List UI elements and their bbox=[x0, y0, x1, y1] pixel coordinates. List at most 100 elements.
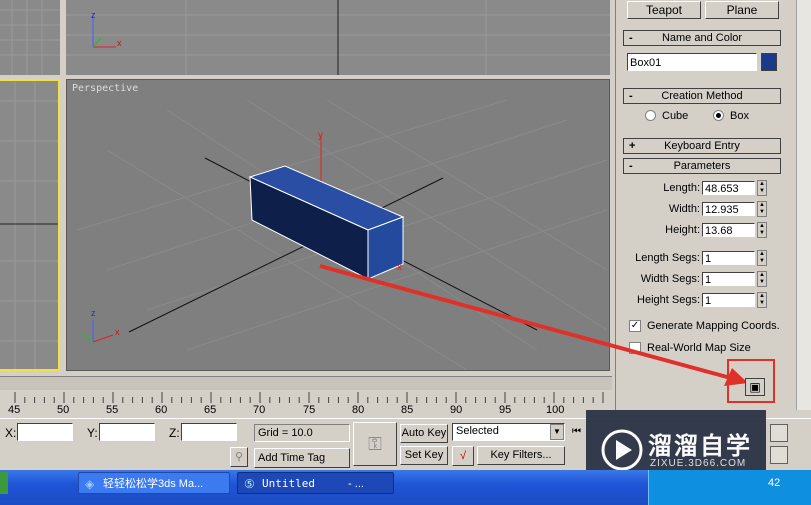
height-segs-label: Height Segs: bbox=[637, 294, 700, 306]
length-spinner[interactable]: ▲ ▼ bbox=[757, 180, 767, 196]
tick-label: 75 bbox=[303, 404, 316, 416]
x-coord-field[interactable] bbox=[17, 423, 73, 441]
height-input[interactable]: 13.68 bbox=[702, 223, 755, 237]
height-segs-input[interactable]: 1 bbox=[702, 293, 755, 307]
tick-label: 50 bbox=[57, 404, 70, 416]
tick-label: 95 bbox=[499, 404, 512, 416]
corner-axis-x: x bbox=[115, 327, 120, 337]
rollout-title: Keyboard Entry bbox=[664, 140, 740, 152]
panel-scrollbar[interactable] bbox=[796, 0, 811, 410]
viewport-top[interactable]: z x bbox=[66, 0, 610, 75]
default-in-out-tangent-icon[interactable]: √ bbox=[452, 446, 474, 466]
tick-label: 100 bbox=[546, 404, 565, 416]
selected-dropdown[interactable]: Selected ▼ bbox=[452, 423, 565, 441]
real-world-label: Real-World Map Size bbox=[647, 342, 751, 354]
ruler-ticks bbox=[14, 392, 604, 403]
length-label: Length: bbox=[663, 182, 700, 194]
collapse-sign: - bbox=[629, 160, 633, 172]
parameters-rollout[interactable]: - Parameters bbox=[623, 158, 781, 174]
object-axis-x: x bbox=[397, 262, 402, 273]
length-segs-input[interactable]: 1 bbox=[702, 251, 755, 265]
expand-sign: + bbox=[629, 140, 636, 152]
time-slider[interactable] bbox=[0, 376, 612, 390]
ie-icon: ◈ bbox=[85, 477, 95, 491]
set-key-button[interactable]: Set Key bbox=[400, 446, 448, 465]
axis-x-label: x bbox=[117, 38, 122, 48]
tick-label: 60 bbox=[155, 404, 168, 416]
clock: 42 bbox=[768, 477, 781, 489]
time-tag-icon[interactable]: ⚲ bbox=[230, 447, 248, 467]
width-spinner[interactable]: ▲ ▼ bbox=[757, 201, 767, 217]
tick-label: 45 bbox=[8, 404, 21, 416]
set-key-mode-key-icon[interactable]: ⚿ bbox=[353, 422, 397, 466]
z-coord-field[interactable] bbox=[181, 423, 237, 441]
grid-lines bbox=[0, 0, 60, 75]
tick-label: 90 bbox=[450, 404, 463, 416]
object-color-swatch[interactable] bbox=[761, 53, 777, 71]
collapse-sign: - bbox=[629, 90, 633, 102]
length-input[interactable]: 48.653 bbox=[702, 181, 755, 195]
viewport-left-active[interactable] bbox=[0, 79, 60, 371]
viewport-top-left[interactable] bbox=[0, 0, 60, 75]
width-label: Width: bbox=[668, 203, 700, 215]
width-segs-input[interactable]: 1 bbox=[702, 272, 755, 286]
corner-axis-z: z bbox=[91, 308, 96, 318]
tick-label: 65 bbox=[204, 404, 217, 416]
tick-label: 80 bbox=[352, 404, 365, 416]
task-label: 轻轻松松学3ds Ma... bbox=[103, 478, 204, 490]
watermark-url: ZIXUE.3D66.COM bbox=[650, 458, 747, 469]
length-segs-label: Length Segs: bbox=[635, 252, 700, 264]
width-segs-spinner[interactable]: ▲ ▼ bbox=[757, 271, 767, 287]
tick-label: 70 bbox=[253, 404, 266, 416]
name-color-rollout[interactable]: - Name and Color bbox=[623, 30, 781, 46]
go-to-start-icon[interactable]: ⏮ bbox=[572, 426, 581, 437]
plane-button[interactable]: Plane bbox=[705, 1, 779, 19]
width-input[interactable]: 12.935 bbox=[702, 202, 755, 216]
task-label: Untitled bbox=[262, 477, 315, 490]
tick-label: 85 bbox=[401, 404, 414, 416]
key-filters-button[interactable]: Key Filters... bbox=[477, 446, 565, 465]
length-segs-spinner[interactable]: ▲ ▼ bbox=[757, 250, 767, 266]
add-time-tag-button[interactable]: Add Time Tag bbox=[254, 448, 350, 468]
real-world-checkbox[interactable] bbox=[629, 342, 641, 354]
axis-z-label: z bbox=[91, 10, 96, 20]
taskbar-tray bbox=[648, 470, 811, 505]
creation-method-rollout[interactable]: - Creation Method bbox=[623, 88, 781, 104]
teapot-button[interactable]: Teapot bbox=[627, 1, 701, 19]
tick-label: 55 bbox=[106, 404, 119, 416]
track-bar[interactable]: 45 50 55 60 65 70 75 80 85 90 95 100 bbox=[0, 390, 612, 418]
grid-lines bbox=[66, 0, 610, 75]
object-axis-y: y bbox=[318, 130, 323, 141]
task-button-tutorial[interactable]: ◈ 轻轻松松学3ds Ma... bbox=[78, 472, 230, 494]
zoom-region-icon[interactable] bbox=[770, 446, 788, 464]
selected-value: Selected bbox=[456, 425, 499, 437]
task-label-suffix: - ... bbox=[348, 478, 364, 490]
rollout-title: Parameters bbox=[673, 160, 731, 172]
keyboard-entry-rollout[interactable]: + Keyboard Entry bbox=[623, 138, 781, 154]
rollout-title: Creation Method bbox=[661, 90, 743, 102]
auto-key-button[interactable]: Auto Key bbox=[400, 424, 448, 443]
rollout-title: Name and Color bbox=[661, 32, 743, 44]
object-name-input[interactable]: Box01 bbox=[627, 53, 757, 71]
chevron-down-icon[interactable]: ▼ bbox=[550, 424, 564, 440]
viewport-perspective[interactable]: Perspective y x z x bbox=[66, 79, 610, 371]
maximize-viewport-icon[interactable]: ▣ bbox=[745, 378, 765, 396]
grid-lines bbox=[0, 81, 58, 369]
gen-mapping-checkbox[interactable]: ✓ bbox=[629, 320, 641, 332]
height-label: Height: bbox=[665, 224, 700, 236]
perspective-scene bbox=[76, 99, 608, 370]
cube-radio[interactable] bbox=[645, 110, 656, 121]
height-segs-spinner[interactable]: ▲ ▼ bbox=[757, 292, 767, 308]
box-radio[interactable] bbox=[713, 110, 724, 121]
y-label: Y: bbox=[87, 426, 98, 440]
brand-logo-icon bbox=[601, 429, 643, 471]
start-button[interactable] bbox=[0, 472, 8, 494]
viewport-icon[interactable] bbox=[770, 424, 788, 442]
task-button-3dsmax[interactable]: ⑤ Untitled - ... bbox=[237, 472, 394, 494]
z-label: Z: bbox=[169, 426, 180, 440]
cube-label: Cube bbox=[662, 110, 689, 122]
watermark-brand: 溜溜自学 bbox=[648, 433, 752, 460]
collapse-sign: - bbox=[629, 32, 633, 44]
height-spinner[interactable]: ▲ ▼ bbox=[757, 222, 767, 238]
y-coord-field[interactable] bbox=[99, 423, 155, 441]
